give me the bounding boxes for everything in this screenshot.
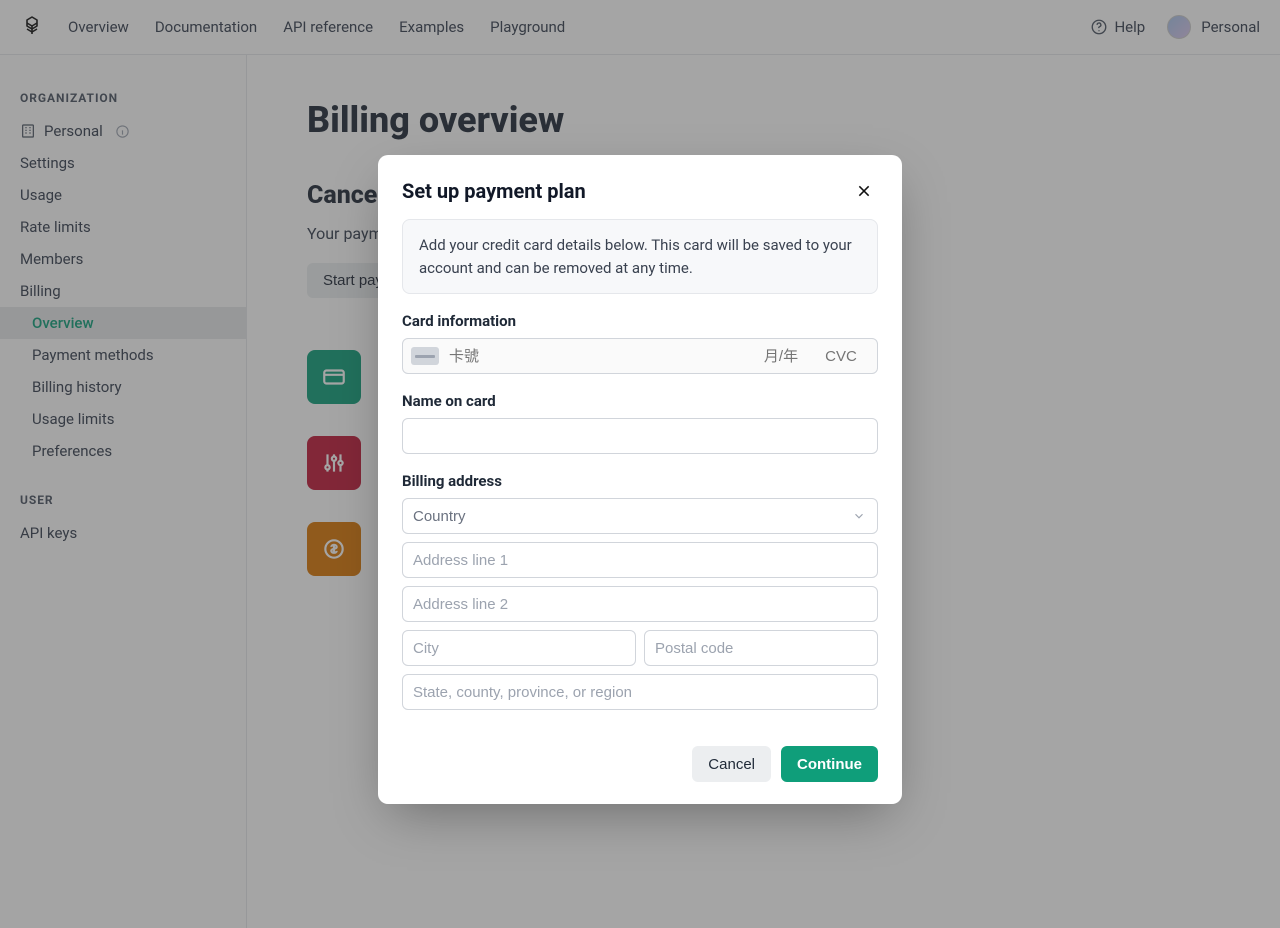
city-input[interactable] bbox=[402, 630, 636, 666]
continue-button[interactable]: Continue bbox=[781, 746, 878, 782]
country-select[interactable]: Country bbox=[402, 498, 878, 534]
close-icon bbox=[856, 183, 872, 199]
label-address: Billing address bbox=[402, 472, 878, 490]
label-card-info: Card information bbox=[402, 312, 878, 330]
address-line1-input[interactable] bbox=[402, 542, 878, 578]
close-button[interactable] bbox=[850, 177, 878, 205]
label-name: Name on card bbox=[402, 392, 878, 410]
modal-note: Add your credit card details below. This… bbox=[402, 219, 878, 294]
card-number-row[interactable] bbox=[402, 338, 878, 374]
card-expiry-input[interactable] bbox=[751, 339, 811, 373]
card-cvc-input[interactable] bbox=[811, 339, 871, 373]
modal-title: Set up payment plan bbox=[402, 179, 586, 203]
name-on-card-input[interactable] bbox=[402, 418, 878, 454]
card-number-input[interactable] bbox=[447, 339, 751, 373]
modal-scrim[interactable]: Set up payment plan Add your credit card… bbox=[0, 0, 1280, 928]
state-input[interactable] bbox=[402, 674, 878, 710]
address-line2-input[interactable] bbox=[402, 586, 878, 622]
payment-modal: Set up payment plan Add your credit card… bbox=[378, 155, 902, 804]
cancel-button[interactable]: Cancel bbox=[692, 746, 771, 782]
postal-code-input[interactable] bbox=[644, 630, 878, 666]
credit-card-icon bbox=[411, 347, 439, 365]
